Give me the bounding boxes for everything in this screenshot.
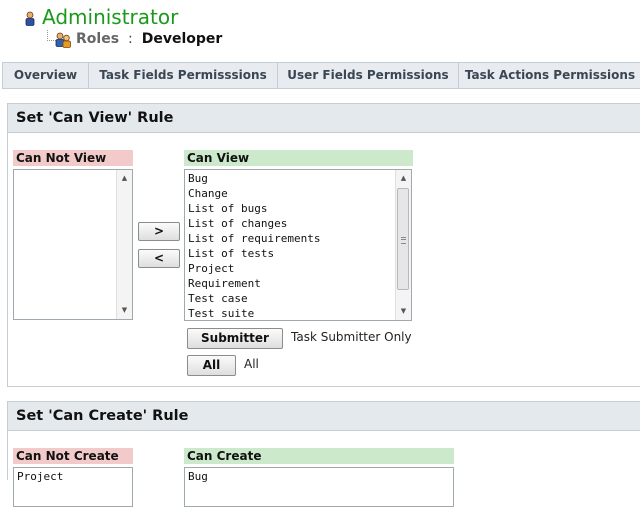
list-item[interactable]: Test case <box>188 291 320 306</box>
tab-user-fields-permissions[interactable]: User Fields Permissions <box>278 63 459 88</box>
all-button[interactable]: All <box>187 355 236 376</box>
can-view-title: Set 'Can View' Rule <box>8 104 640 133</box>
scroll-down-icon[interactable]: ▼ <box>117 304 132 317</box>
can-view-header: Can View <box>184 150 413 166</box>
list-item[interactable]: Requirement <box>188 276 320 291</box>
scroll-thumb[interactable] <box>397 188 409 290</box>
can-create-panel: Set 'Can Create' Rule Can Not Create Pro… <box>7 401 640 507</box>
list-item[interactable]: Project <box>188 261 320 276</box>
can-view-list[interactable]: Bug Change List of bugs List of changes List… <box>184 169 412 321</box>
page-title: Administrator <box>42 5 179 29</box>
can-not-create-header: Can Not Create <box>13 448 133 464</box>
user-icon <box>25 11 35 26</box>
can-create-header: Can Create <box>184 448 454 464</box>
tab-overview[interactable]: Overview <box>3 63 89 88</box>
scroll-up-icon[interactable]: ▲ <box>117 172 132 185</box>
can-not-view-scrollbar[interactable]: ▲ ▼ <box>116 170 132 319</box>
list-item[interactable]: List of requirements <box>188 231 320 246</box>
roles-label: Roles <box>76 31 120 47</box>
can-create-title: Set 'Can Create' Rule <box>8 402 640 431</box>
can-not-create-items: Project <box>17 469 63 484</box>
list-item[interactable]: Change <box>188 186 320 201</box>
roles-separator: : <box>128 31 133 47</box>
can-view-items: Bug Change List of bugs List of changes List… <box>188 171 320 320</box>
role-name: Developer <box>141 31 223 47</box>
list-item[interactable]: List of bugs <box>188 201 320 216</box>
can-view-panel: Set 'Can View' Rule Can Not View ▲ ▼ > <… <box>7 103 640 387</box>
can-create-items: Bug <box>188 469 208 484</box>
list-item[interactable]: Bug <box>188 469 208 484</box>
scroll-down-icon[interactable]: ▼ <box>396 305 411 318</box>
list-item[interactable]: Bug <box>188 171 320 186</box>
tab-task-fields-permissions[interactable]: Task Fields Permisssions <box>89 63 278 88</box>
tab-task-actions-permissions[interactable]: Task Actions Permissions <box>459 63 640 88</box>
can-not-create-list[interactable]: Project <box>13 467 133 507</box>
all-description: All <box>244 357 259 371</box>
can-not-view-header: Can Not View <box>13 150 133 166</box>
role-breadcrumb: Roles: Developer <box>76 31 222 47</box>
list-item[interactable]: List of tests <box>188 246 320 261</box>
list-item[interactable]: Test suite <box>188 306 320 320</box>
list-item[interactable]: Project <box>17 469 63 484</box>
can-not-view-list[interactable]: ▲ ▼ <box>13 169 133 320</box>
move-right-button[interactable]: > <box>138 222 180 241</box>
submitter-description: Task Submitter Only <box>291 330 412 344</box>
scroll-up-icon[interactable]: ▲ <box>396 172 411 185</box>
list-item[interactable]: List of changes <box>188 216 320 231</box>
roles-icon <box>55 32 71 48</box>
can-view-scrollbar[interactable]: ▲ ▼ <box>395 170 411 320</box>
tab-bar: Overview Task Fields Permisssions User F… <box>2 62 640 89</box>
submitter-button[interactable]: Submitter <box>187 328 283 349</box>
move-left-button[interactable]: < <box>138 249 180 268</box>
can-create-list[interactable]: Bug <box>184 467 454 507</box>
